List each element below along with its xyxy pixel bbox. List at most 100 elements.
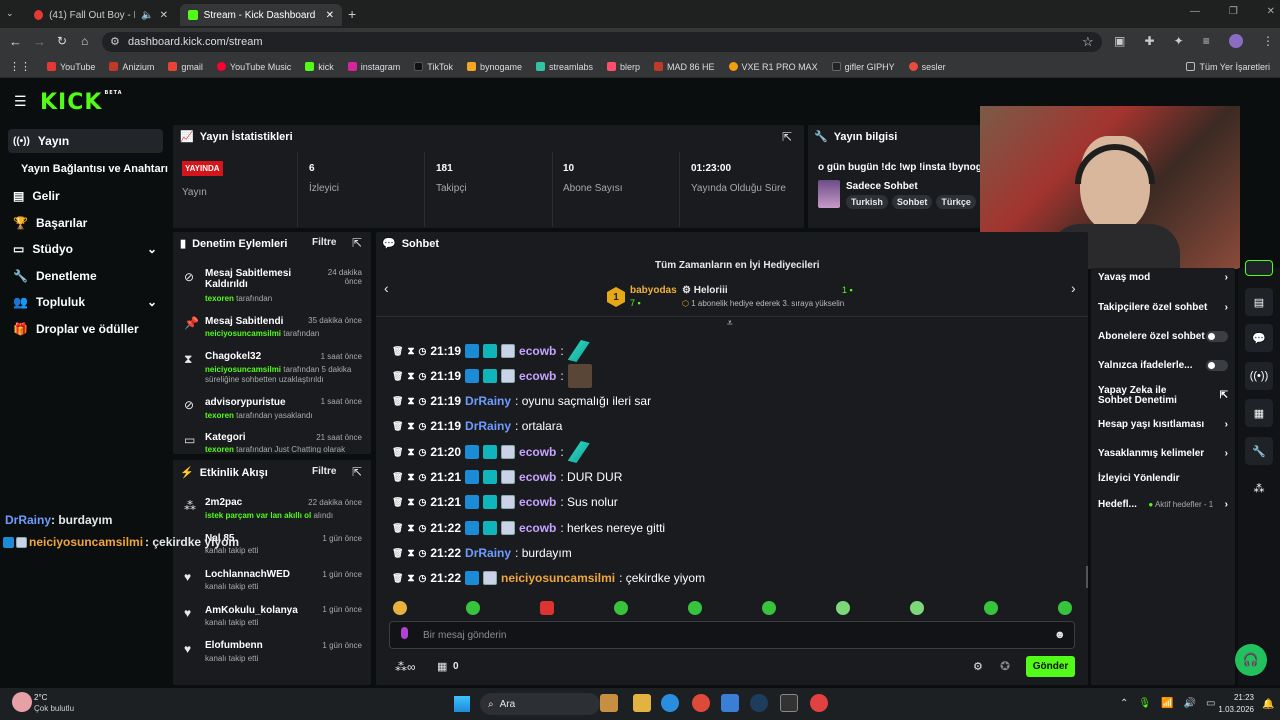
timeout-icon[interactable]: ⧗ (407, 548, 414, 559)
taskbar-app-icon[interactable] (661, 694, 679, 712)
bookmark-gmail[interactable]: gmail (168, 62, 203, 72)
close-tab-icon[interactable]: ✕ (160, 10, 168, 21)
kick-logo[interactable]: KICK BETA (40, 90, 123, 115)
bookmark-mad86[interactable]: MAD 86 HE (654, 62, 715, 72)
chat-bubble-icon[interactable]: 💬 (1245, 324, 1273, 352)
bookmark-vxe[interactable]: VXE R1 PRO MAX (728, 62, 818, 72)
trash-icon[interactable]: 🗑 (392, 447, 403, 458)
trash-icon[interactable]: 🗑 (392, 472, 403, 483)
address-bar[interactable]: dashboard.kick.com/stream (102, 32, 1102, 52)
chat-message[interactable]: 🗑 ⧗ ◷ 21:19 DrRainy: oyunu saçmalığı ileri… (392, 390, 651, 412)
emote-icon[interactable] (984, 601, 998, 615)
filter-button[interactable]: Filtre (312, 237, 336, 248)
chat-scrollbar[interactable] (1086, 566, 1088, 588)
store-icon[interactable]: ▦ (437, 660, 447, 673)
site-info-icon[interactable]: ⚙ (110, 35, 120, 48)
sidebar-item-yayin[interactable]: ((•)) Yayın (8, 129, 163, 153)
chat-message[interactable]: 🗑 ⧗ ◷ 21:21 ecowb: Sus nolur (392, 491, 618, 513)
bookmark-youtube[interactable]: YouTube (47, 62, 95, 72)
taskbar-app-icon[interactable] (750, 694, 768, 712)
all-bookmarks[interactable]: Tüm Yer İşaretleri (1186, 62, 1270, 72)
setting-followers-only[interactable]: Takipçilere özel sohbet › (1098, 302, 1228, 313)
timeout-icon[interactable]: ⧗ (407, 346, 414, 357)
emote-icon[interactable] (466, 601, 480, 615)
sidebar-item-droplar[interactable]: 🎁 Droplar ve ödüller (8, 317, 163, 341)
timeout-icon[interactable]: ⧗ (407, 371, 414, 382)
close-tab-icon[interactable]: ✕ (326, 10, 334, 21)
setting-banned-words[interactable]: Yasaklanmış kelimeler › (1098, 448, 1228, 459)
setting-account-age[interactable]: Hesap yaşı kısıtlaması › (1098, 419, 1228, 430)
trash-icon[interactable]: 🗑 (392, 346, 403, 357)
emote-icon[interactable] (688, 601, 702, 615)
extension-icon[interactable]: ✚ (1144, 34, 1154, 48)
toggle[interactable] (1206, 331, 1228, 342)
weather-icon[interactable] (12, 692, 32, 712)
hamburger-menu-icon[interactable]: ☰ (14, 93, 27, 110)
trash-icon[interactable]: 🗑 (392, 573, 403, 584)
apps-icon[interactable]: ⋮⋮ (9, 60, 31, 73)
emote-icon[interactable] (910, 601, 924, 615)
sidebar-item-denetleme[interactable]: 🔧 Denetleme (8, 264, 163, 288)
setting-ai-moderation[interactable]: Yapay Zeka ile Sohbet Denetimi ⇱ (1098, 386, 1228, 406)
minimize-icon[interactable]: — (1190, 6, 1200, 17)
setting-slow-mode[interactable]: Yavaş mod › (1098, 272, 1228, 283)
timeout-icon[interactable]: ⧗ (407, 421, 414, 432)
clipboard-icon[interactable]: ▤ (1245, 288, 1273, 316)
tab-youtube[interactable]: (41) Fall Out Boy - Immortal 🔈 ✕ (26, 4, 176, 26)
filter-button[interactable]: Filtre (312, 466, 336, 477)
timeout-icon[interactable]: ⧗ (407, 472, 414, 483)
bookmark-star-icon[interactable]: ☆ (1082, 34, 1094, 50)
setting-goals[interactable]: Hedefl... ● Aktif hedefler - 1 › (1098, 499, 1228, 510)
trash-icon[interactable]: 🗑 (392, 548, 403, 559)
menu-icon[interactable]: ⋮ (1262, 34, 1274, 48)
timeout-icon[interactable]: ⧗ (407, 396, 414, 407)
screenshot-icon[interactable]: ▣ (1114, 34, 1125, 48)
wifi-icon[interactable]: 📶 (1161, 698, 1173, 709)
bookmark-instagram[interactable]: instagram (347, 62, 400, 72)
send-button[interactable]: Gönder (1026, 656, 1075, 677)
stack-icon[interactable]: ▦ (1245, 399, 1273, 427)
trash-icon[interactable]: 🗑 (392, 421, 403, 432)
emote-icon[interactable] (1058, 601, 1072, 615)
windows-start-icon[interactable] (454, 696, 470, 712)
taskbar-app-icon[interactable] (810, 694, 828, 712)
taskbar-app-icon[interactable] (692, 694, 710, 712)
chat-message[interactable]: 🗑 ⧗ ◷ 21:19 DrRainy: ortalara (392, 415, 562, 437)
bookmark-sesler[interactable]: sesler (908, 62, 946, 72)
bookmark-bynogame[interactable]: bynogame (466, 62, 522, 72)
reload-icon[interactable]: ↻ (57, 34, 67, 48)
collapse-icon[interactable]: ⩡ (727, 318, 733, 329)
sidebar-item-basarilar[interactable]: 🏆 Başarılar (8, 211, 163, 235)
close-window-icon[interactable]: ✕ (1267, 6, 1275, 17)
trash-icon[interactable]: 🗑 (392, 523, 403, 534)
taskbar-app-icon[interactable] (780, 694, 798, 712)
sidebar-item-gelir[interactable]: ▤ Gelir (8, 184, 163, 208)
tab-list-button[interactable]: ⌄ (6, 8, 20, 22)
mic-icon[interactable]: 🎙 (1138, 698, 1151, 709)
trash-icon[interactable]: 🗑 (392, 497, 403, 508)
chat-message[interactable]: 🗑 ⧗ ◷ 21:22 ecowb: herkes nereye gitti (392, 517, 665, 539)
tray-icons[interactable]: ⌃ 🎙 📶 🔊 ▭ (1120, 698, 1215, 709)
volume-icon[interactable]: 🔊 (1184, 698, 1196, 709)
emote-icon[interactable] (393, 601, 407, 615)
setting-emotes-only[interactable]: Yalnızca ifadelerle... (1098, 360, 1228, 371)
chat-message[interactable]: 🗑 ⧗ ◷ 21:19 ecowb: (392, 364, 592, 388)
next-arrow-icon[interactable]: › (1071, 280, 1076, 296)
new-tab-icon[interactable]: + (348, 6, 356, 22)
chat-message[interactable]: 🗑 ⧗ ◷ 21:20 ecowb: (392, 441, 590, 463)
window-controls[interactable]: — ❐ ✕ (1190, 6, 1275, 17)
bookmark-streamlabs[interactable]: streamlabs (536, 62, 593, 72)
emote-icon[interactable] (540, 601, 554, 615)
notification-icon[interactable]: 🔔 (1262, 699, 1274, 710)
media-icon[interactable]: ≡ (1203, 34, 1210, 48)
chat-input[interactable]: Bir mesaj gönderin (423, 630, 506, 641)
bookmark-giphy[interactable]: gifler GIPHY (831, 62, 895, 72)
taskbar-search[interactable]: ⌕ Ara (480, 693, 600, 715)
taskbar-app-icon[interactable] (600, 694, 618, 712)
taskbar-app-icon[interactable] (721, 694, 739, 712)
timeout-icon[interactable]: ⧗ (407, 573, 414, 584)
setting-viewer-redirect[interactable]: İzleyici Yönlendir (1098, 473, 1228, 484)
points-icon[interactable]: ⁂ (1245, 474, 1273, 502)
points-icon[interactable]: ⁂∞ (395, 660, 416, 674)
mod-tools-icon[interactable]: ✪ (1000, 659, 1010, 673)
